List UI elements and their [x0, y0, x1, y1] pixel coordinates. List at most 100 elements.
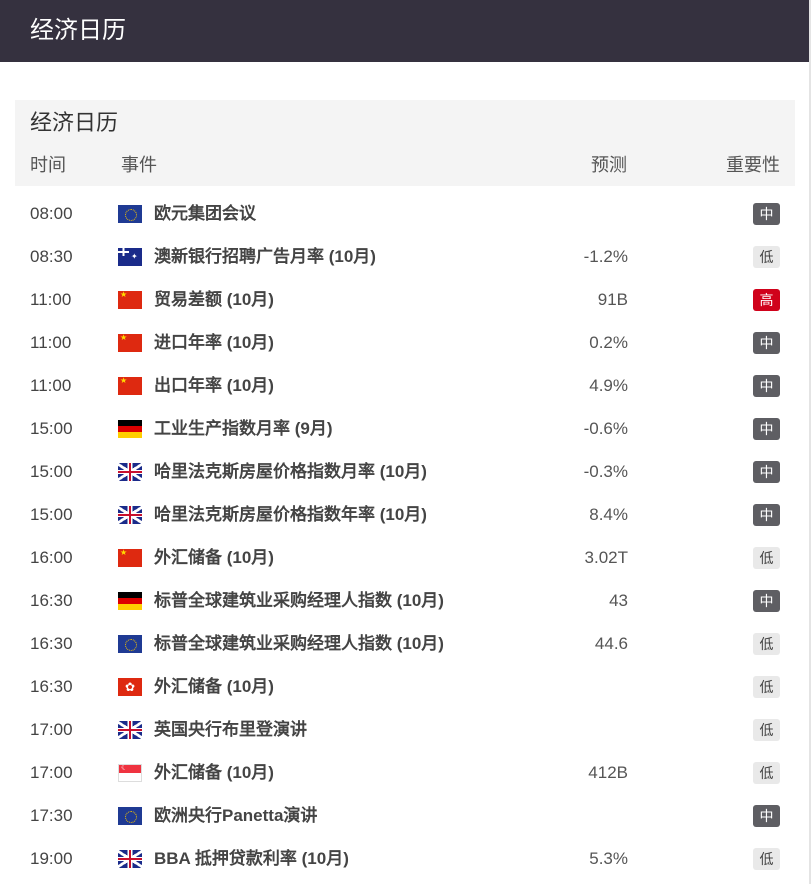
calendar-row[interactable]: 17:30 欧洲央行Panetta演讲 中 — [15, 794, 795, 837]
event-time: 16:30 — [30, 634, 73, 653]
de-flag-icon — [118, 592, 142, 610]
calendar-row[interactable]: 11:00 贸易差额 (10月) 91B 高 — [15, 278, 795, 321]
event-name[interactable]: 哈里法克斯房屋价格指数月率 (10月) — [154, 450, 427, 493]
importance-badge: 中 — [753, 590, 780, 612]
event-forecast: 91B — [597, 290, 628, 309]
event-name[interactable]: 外汇储备 (10月) — [154, 665, 274, 708]
event-time: 19:00 — [30, 849, 73, 868]
importance-badge: 低 — [753, 676, 780, 698]
cn-flag-icon — [118, 549, 142, 567]
column-header-event: 事件 — [121, 155, 157, 175]
event-name[interactable]: 工业生产指数月率 (9月) — [154, 407, 333, 450]
importance-badge: 中 — [753, 504, 780, 526]
event-time: 08:30 — [30, 247, 73, 266]
event-time: 17:30 — [30, 806, 73, 825]
de-flag-icon — [118, 420, 142, 438]
calendar-row[interactable]: 11:00 出口年率 (10月) 4.9% 中 — [15, 364, 795, 407]
importance-badge: 低 — [753, 633, 780, 655]
calendar-row[interactable]: 16:00 外汇储备 (10月) 3.02T 低 — [15, 536, 795, 579]
event-time: 16:30 — [30, 591, 73, 610]
event-time: 11:00 — [30, 333, 72, 352]
importance-badge: 低 — [753, 547, 780, 569]
event-time: 08:00 — [30, 204, 73, 223]
event-forecast: 8.4% — [589, 505, 628, 524]
importance-badge: 中 — [753, 461, 780, 483]
importance-badge: 低 — [753, 762, 780, 784]
event-time: 11:00 — [30, 290, 72, 309]
importance-badge: 低 — [753, 246, 780, 268]
event-time: 16:30 — [30, 677, 73, 696]
event-name[interactable]: 标普全球建筑业采购经理人指数 (10月) — [154, 579, 444, 622]
importance-badge: 中 — [753, 203, 780, 225]
event-name[interactable]: 外汇储备 (10月) — [154, 536, 274, 579]
importance-badge: 低 — [753, 848, 780, 870]
event-forecast: 0.2% — [589, 333, 628, 352]
event-time: 17:00 — [30, 763, 73, 782]
column-header-time: 时间 — [30, 155, 66, 175]
importance-badge: 低 — [753, 719, 780, 741]
importance-badge: 中 — [753, 418, 780, 440]
event-name[interactable]: BBA 抵押贷款利率 (10月) — [154, 837, 349, 880]
eu-flag-icon — [118, 807, 142, 825]
importance-badge: 中 — [753, 805, 780, 827]
calendar-row[interactable]: 11:00 进口年率 (10月) 0.2% 中 — [15, 321, 795, 364]
au-flag-icon — [118, 248, 142, 266]
event-time: 15:00 — [30, 419, 73, 438]
event-forecast: 3.02T — [584, 548, 628, 567]
calendar-row[interactable]: 08:30 澳新银行招聘广告月率 (10月) -1.2% 低 — [15, 235, 795, 278]
calendar-row[interactable]: 17:00 外汇储备 (10月) 412B 低 — [15, 751, 795, 794]
calendar-row[interactable]: 19:00 BBA 抵押贷款利率 (10月) 5.3% 低 — [15, 837, 795, 880]
event-name[interactable]: 欧元集团会议 — [154, 192, 256, 235]
event-name[interactable]: 进口年率 (10月) — [154, 321, 274, 364]
event-name[interactable]: 英国央行布里登演讲 — [154, 708, 307, 751]
hk-flag-icon — [118, 678, 142, 696]
calendar-row[interactable]: 16:30 标普全球建筑业采购经理人指数 (10月) 44.6 低 — [15, 622, 795, 665]
event-name[interactable]: 哈里法克斯房屋价格指数年率 (10月) — [154, 493, 427, 536]
column-header-forecast: 预测 — [591, 155, 627, 175]
calendar-row[interactable]: 15:00 哈里法克斯房屋价格指数年率 (10月) 8.4% 中 — [15, 493, 795, 536]
importance-badge: 中 — [753, 375, 780, 397]
event-name[interactable]: 欧洲央行Panetta演讲 — [154, 794, 317, 837]
event-forecast: -0.3% — [583, 462, 628, 481]
importance-badge: 高 — [753, 289, 780, 311]
event-time: 17:00 — [30, 720, 73, 739]
calendar-header: 经济日历 时间 事件 预测 重要性 — [15, 100, 795, 186]
cn-flag-icon — [118, 291, 142, 309]
event-time: 15:00 — [30, 462, 73, 481]
event-name[interactable]: 出口年率 (10月) — [154, 364, 274, 407]
cn-flag-icon — [118, 377, 142, 395]
event-forecast: 5.3% — [589, 849, 628, 868]
calendar-row[interactable]: 16:30 标普全球建筑业采购经理人指数 (10月) 43 中 — [15, 579, 795, 622]
event-name[interactable]: 贸易差额 (10月) — [154, 278, 274, 321]
calendar-row[interactable]: 15:00 哈里法克斯房屋价格指数月率 (10月) -0.3% 中 — [15, 450, 795, 493]
eu-flag-icon — [118, 205, 142, 223]
calendar-row[interactable]: 15:00 工业生产指数月率 (9月) -0.6% 中 — [15, 407, 795, 450]
gb-flag-icon — [118, 506, 142, 524]
economic-calendar-panel: 经济日历 时间 事件 预测 重要性 08:00欧元集团会议中08:30澳新银行招… — [15, 100, 795, 870]
event-name[interactable]: 澳新银行招聘广告月率 (10月) — [154, 235, 376, 278]
calendar-row[interactable]: 17:00 英国央行布里登演讲 低 — [15, 708, 795, 751]
page-title: 经济日历 — [30, 17, 126, 44]
importance-badge: 中 — [753, 332, 780, 354]
calendar-row[interactable]: 16:30 外汇储备 (10月) 低 — [15, 665, 795, 708]
gb-flag-icon — [118, 721, 142, 739]
event-time: 15:00 — [30, 505, 73, 524]
event-name[interactable]: 外汇储备 (10月) — [154, 751, 274, 794]
event-forecast: -1.2% — [583, 247, 628, 266]
cn-flag-icon — [118, 334, 142, 352]
event-time: 11:00 — [30, 376, 72, 395]
sg-flag-icon — [118, 764, 142, 782]
event-time: 16:00 — [30, 548, 73, 567]
event-forecast: 4.9% — [589, 376, 628, 395]
event-forecast: 412B — [588, 763, 628, 782]
event-name[interactable]: 标普全球建筑业采购经理人指数 (10月) — [154, 622, 444, 665]
eu-flag-icon — [118, 635, 142, 653]
column-header-importance: 重要性 — [726, 155, 780, 175]
top-header-bar: 经济日历 — [0, 0, 809, 62]
event-forecast: -0.6% — [583, 419, 628, 438]
calendar-row[interactable]: 08:00 欧元集团会议 中 — [15, 192, 795, 235]
gb-flag-icon — [118, 850, 142, 868]
calendar-title: 经济日历 — [30, 110, 119, 135]
gb-flag-icon — [118, 463, 142, 481]
event-forecast: 44.6 — [594, 634, 628, 653]
